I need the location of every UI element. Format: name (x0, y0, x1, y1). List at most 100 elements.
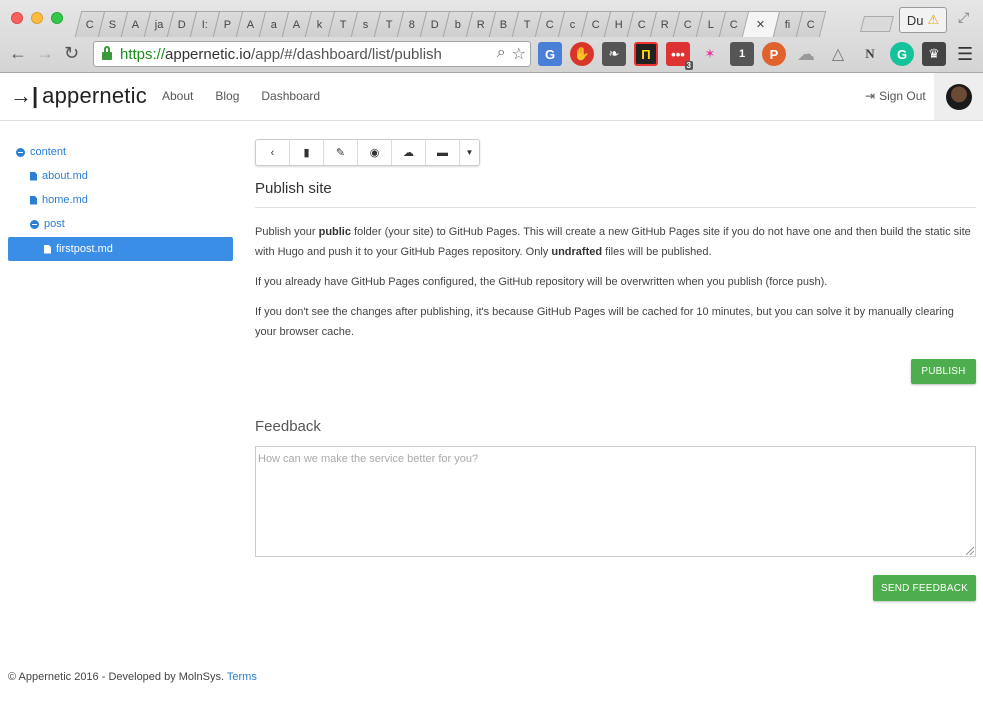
pencil-icon[interactable]: ✎ (324, 140, 358, 165)
close-window-button[interactable] (11, 12, 23, 24)
terms-link[interactable]: Terms (227, 671, 257, 683)
send-feedback-button[interactable]: SEND FEEDBACK (873, 575, 976, 601)
publish-button[interactable]: PUBLISH (911, 359, 976, 384)
tree-label: content (30, 146, 67, 158)
browser-tab[interactable]: C (795, 11, 827, 37)
caret-down-icon[interactable]: ▼ (460, 140, 479, 165)
tree-label: about.md (42, 170, 88, 182)
collapse-icon (30, 219, 39, 229)
adblock-icon[interactable]: ✋ (570, 42, 594, 66)
computer-icon[interactable]: ▬ (426, 140, 460, 165)
search-icon[interactable]: ⌕ (497, 44, 506, 64)
tree-label: firstpost.md (56, 243, 113, 255)
tree-folder[interactable]: content (8, 140, 233, 164)
du-extension-button[interactable]: Du ⚠ (899, 7, 947, 33)
p1-bold-public: public (318, 226, 351, 238)
nav-dashboard[interactable]: Dashboard (261, 89, 320, 103)
file-tree: content about.md home.md post firstpost.md (8, 140, 233, 261)
close-tab-icon[interactable]: ✕ (756, 18, 765, 31)
tab-label: A (132, 18, 140, 31)
browser-toolbar: ← → ↻ https://appernetic.io/app/#/dashbo… (0, 38, 983, 72)
hamburger-menu-icon[interactable]: ☰ (957, 44, 973, 65)
publish-overwrite-note: If you already have GitHub Pages configu… (255, 276, 828, 288)
badge-count: 3 (684, 61, 693, 70)
tab-label: T (523, 18, 531, 31)
back-arrow-icon[interactable]: ← (9, 43, 27, 64)
address-bar[interactable]: https://appernetic.io/app/#/dashboard/li… (93, 41, 531, 67)
grammarly-icon[interactable]: G (890, 42, 914, 66)
tree-file[interactable]: firstpost.md (8, 237, 233, 261)
sign-out-label: Sign Out (879, 89, 926, 103)
onetab-label: 1 (738, 48, 746, 60)
tree-folder[interactable]: post (8, 212, 233, 236)
url-host: appernetic.io (165, 45, 251, 63)
tab-label: c (570, 18, 576, 31)
reload-icon[interactable]: ↻ (64, 43, 79, 64)
new-tab-button[interactable] (860, 16, 894, 32)
feedback-title: Feedback (255, 418, 321, 435)
star-icon[interactable]: ☆ (512, 44, 526, 64)
publish-section: Publish site Publish your public folder … (255, 180, 976, 342)
p1-text-a: Publish your (255, 226, 319, 238)
evernote-icon[interactable]: ❧ (602, 42, 626, 66)
tree-label: home.md (42, 194, 88, 206)
tab-label: P (224, 18, 232, 31)
resize-handle-icon[interactable] (966, 547, 974, 555)
sign-out-icon: ⇥ (865, 89, 876, 103)
crown-icon[interactable]: ♛ (922, 42, 946, 66)
tab-label: k (317, 18, 323, 31)
p1-text-e: files will be published. (602, 246, 712, 258)
onetab-icon[interactable]: 1 (730, 42, 754, 66)
user-menu[interactable] (934, 73, 983, 120)
fullscreen-icon[interactable]: ⤢ (958, 9, 969, 26)
tree-file[interactable]: about.md (8, 164, 233, 188)
forward-arrow-icon[interactable]: → (36, 43, 54, 64)
pinwheel-icon[interactable]: ✶ (698, 42, 722, 66)
brand-name: appernetic (42, 83, 147, 108)
cloud-upload-icon[interactable]: ☁ (392, 140, 426, 165)
tab-label: C (806, 18, 815, 31)
back-icon[interactable]: ‹ (256, 140, 290, 165)
tab-label: C (637, 18, 646, 31)
file-icon[interactable]: ▮ (290, 140, 324, 165)
drive-icon[interactable]: △ (826, 42, 850, 66)
tab-label: L (707, 18, 714, 31)
notion-icon[interactable]: N (858, 42, 882, 66)
brand-logo[interactable]: →| appernetic (10, 83, 147, 109)
producthunt-icon[interactable]: P (762, 42, 786, 66)
eye-icon[interactable]: ◉ (358, 140, 392, 165)
tree-file[interactable]: home.md (8, 188, 233, 212)
zoom-window-button[interactable] (51, 12, 63, 24)
nav-about[interactable]: About (162, 89, 193, 103)
tab-label: C (85, 18, 94, 31)
url-scheme: https:// (120, 45, 166, 63)
main-nav: About Blog Dashboard (162, 89, 342, 103)
browser-chrome: C S Aja D I: P Aa Ak Ts T 8 Db R B T Cc C H C R C L C ✕ fi C Du ⚠… (0, 0, 983, 73)
extensions: G ✋ ❧ Π ••• 3 ✶ 1 P ☁ △ N G ♛ (538, 42, 946, 70)
page-title: Publish site (255, 180, 976, 208)
tab-label: 8 (408, 18, 415, 31)
tab-label: A (293, 18, 301, 31)
tab-label: I: (201, 18, 208, 31)
tab-label: C (545, 18, 554, 31)
footer-text: © Appernetic 2016 - Developed by MolnSys… (8, 671, 225, 683)
tab-label: R (660, 18, 669, 31)
nav-blog[interactable]: Blog (215, 89, 239, 103)
calendar-icon[interactable]: ••• 3 (666, 42, 693, 70)
translate-icon[interactable]: G (538, 42, 562, 66)
app-header: →| appernetic About Blog Dashboard ⇥ Sig… (0, 73, 983, 121)
tab-label: S (109, 18, 117, 31)
feedback-textarea[interactable]: How can we make the service better for y… (255, 446, 976, 557)
publish-description: Publish your public folder (your site) t… (255, 222, 976, 262)
omnibox-icons: ⌕ ☆ (497, 44, 526, 64)
pi-icon[interactable]: Π (634, 42, 658, 66)
sign-out-link[interactable]: ⇥ Sign Out (865, 89, 926, 103)
url-text: https://appernetic.io/app/#/dashboard/li… (120, 46, 442, 63)
file-icon (30, 171, 37, 181)
minimize-window-button[interactable] (31, 12, 43, 24)
cloud-icon[interactable]: ☁ (794, 42, 818, 66)
feedback-placeholder: How can we make the service better for y… (258, 453, 479, 465)
tree-label: post (44, 218, 65, 230)
tab-label: B (500, 18, 508, 31)
tab-label: a (270, 18, 277, 31)
